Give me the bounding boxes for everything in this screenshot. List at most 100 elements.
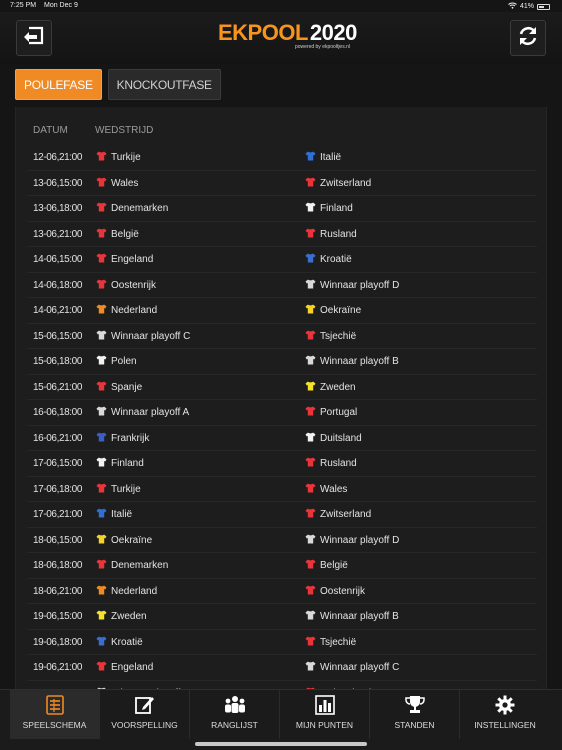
home-team-name: Turkije (111, 483, 141, 495)
match-date: 19-06,21:00 (33, 662, 82, 673)
home-team-name: Polen (111, 356, 137, 367)
away-team: Italië (305, 151, 341, 164)
match-date: 19-06,15:00 (33, 611, 82, 622)
nav-item-ranglijst[interactable]: RANGLIJST (190, 690, 280, 739)
away-shirt-icon (305, 253, 316, 266)
away-team-name: Oostenrijk (320, 585, 366, 597)
home-team: Denemarken (96, 559, 168, 572)
status-time: 7:25 PM (10, 2, 37, 9)
table-row[interactable]: 17-06,21:00 Italië Zwitserland (27, 502, 537, 528)
table-row[interactable]: 12-06,21:00 Turkije Italië (27, 145, 537, 171)
table-rows[interactable]: 12-06,21:00 Turkije Italië 13-06,15:00 Wales… (27, 145, 537, 690)
table-row[interactable]: 18-06,18:00 Denemarken België (27, 553, 537, 579)
logo-ek-text: EKPOOL (218, 20, 308, 45)
match-date: 14-06,15:00 (33, 254, 82, 265)
home-shirt-icon (96, 330, 107, 343)
nav-item-instellingen[interactable]: INSTELLINGEN (460, 690, 550, 739)
home-team: Frankrijk (96, 432, 149, 445)
away-shirt-icon (305, 279, 316, 292)
away-team-name: Kroatië (320, 254, 352, 265)
table-row[interactable]: 14-06,15:00 Engeland Kroatië (27, 247, 537, 273)
away-shirt-icon (305, 355, 316, 368)
table-row[interactable]: 15-06,15:00 Winnaar playoff C Tsjechië (27, 324, 537, 349)
home-team-name: Wales (111, 177, 139, 189)
table-row[interactable]: 18-06,21:00 Nederland Oostenrijk (27, 579, 537, 604)
away-shirt-icon (305, 177, 316, 190)
match-date: 13-06,21:00 (33, 228, 82, 240)
away-team: België (305, 559, 348, 572)
away-team-name: Zwitserland (320, 177, 372, 189)
away-team-name: Italië (320, 152, 342, 163)
schedule-icon (45, 694, 64, 716)
home-indicator[interactable] (195, 742, 367, 746)
home-team-name: Winnaar playoff C (111, 330, 191, 342)
nav-item-mijn-punten[interactable]: MIJN PUNTEN (280, 690, 370, 739)
status-date: Mon Dec 9 (44, 2, 78, 9)
match-date: 17-06,15:00 (33, 458, 82, 469)
home-team-name: Oekraïne (111, 534, 153, 546)
match-date: 15-06,21:00 (33, 381, 82, 393)
people-icon (223, 694, 247, 716)
nav-item-standen[interactable]: STANDEN (370, 690, 460, 739)
match-date: 13-06,15:00 (33, 177, 82, 189)
home-shirt-icon (96, 355, 107, 368)
refresh-button[interactable] (510, 20, 546, 56)
table-row[interactable]: 14-06,18:00 Oostenrijk Winnaar playoff D (27, 273, 537, 298)
table-row[interactable]: 13-06,15:00 Wales Zwitserland (27, 171, 537, 196)
home-team-name: Nederland (111, 585, 158, 597)
home-team-name: Denemarken (111, 203, 169, 214)
away-team-name: Wales (320, 483, 348, 495)
away-team: Portugal (305, 406, 357, 419)
table-row[interactable]: 17-06,18:00 Turkije Wales (27, 477, 537, 502)
table-row[interactable]: 14-06,21:00 Nederland Oekraïne (27, 298, 537, 324)
away-team: Zwitserland (305, 508, 371, 521)
table-row[interactable]: 19-06,15:00 Zweden Winnaar playoff B (27, 604, 537, 630)
home-team: Nederland (96, 585, 157, 598)
match-date: 12-06,21:00 (33, 152, 82, 163)
home-team-name: Kroatië (111, 636, 143, 648)
home-shirt-icon (96, 432, 107, 445)
bottom-nav: SPEELSCHEMA VOORSPELLING RANGLIJST MIJN … (0, 689, 562, 750)
away-team: Finland (305, 202, 353, 215)
home-team: Engeland (96, 253, 153, 266)
away-shirt-icon (305, 559, 316, 572)
tab-poulefase[interactable]: POULEFASE (15, 69, 102, 100)
battery-fill (539, 5, 544, 8)
match-date: 19-06,18:00 (33, 636, 82, 648)
table-header: DATUM WEDSTRIJD (16, 121, 546, 141)
back-button[interactable] (16, 20, 52, 56)
match-date: 14-06,21:00 (33, 305, 82, 316)
table-row[interactable]: 16-06,18:00 Winnaar playoff A Portugal (27, 400, 537, 426)
table-row[interactable]: 19-06,18:00 Kroatië Tsjechië (27, 630, 537, 655)
table-row[interactable]: 15-06,18:00 Polen Winnaar playoff B (27, 349, 537, 375)
nav-item-voorspelling[interactable]: VOORSPELLING (100, 690, 190, 739)
away-team-name: Zwitserland (320, 509, 372, 520)
table-row[interactable]: 13-06,18:00 Denemarken Finland (27, 196, 537, 222)
match-date: 18-06,21:00 (33, 585, 82, 597)
away-shirt-icon (305, 508, 316, 521)
match-date: 16-06,21:00 (33, 432, 82, 444)
table-row[interactable]: 19-06,21:00 Engeland Winnaar playoff C (27, 655, 537, 681)
table-row[interactable]: 13-06,21:00 België Rusland (27, 222, 537, 247)
tab-knockoutfase[interactable]: KNOCKOUTFASE (107, 69, 221, 100)
table-row[interactable]: 17-06,15:00 Finland Rusland (27, 451, 537, 477)
away-team-name: Rusland (320, 228, 357, 240)
column-header-match: WEDSTRIJD (95, 125, 154, 136)
table-row[interactable]: 16-06,21:00 Frankrijk Duitsland (27, 426, 537, 451)
away-team: Winnaar playoff D (305, 279, 399, 292)
nav-item-speelschema[interactable]: SPEELSCHEMA (10, 690, 100, 739)
table-row[interactable]: 18-06,15:00 Oekraïne Winnaar playoff D (27, 528, 537, 553)
away-team: Zweden (305, 381, 356, 394)
away-shirt-icon (305, 151, 316, 164)
match-date: 18-06,15:00 (33, 534, 82, 546)
away-team: Winnaar playoff D (305, 534, 399, 547)
home-team-name: Turkije (111, 152, 141, 163)
nav-label: INSTELLINGEN (474, 720, 536, 730)
match-date: 15-06,18:00 (33, 356, 82, 367)
phase-tabs: POULEFASE KNOCKOUTFASE (15, 69, 221, 100)
away-team: Winnaar playoff C (305, 661, 399, 674)
home-team-name: Frankrijk (111, 432, 150, 444)
away-shirt-icon (305, 534, 316, 547)
away-team-name: Winnaar playoff C (320, 662, 400, 673)
table-row[interactable]: 15-06,21:00 Spanje Zweden (27, 375, 537, 400)
